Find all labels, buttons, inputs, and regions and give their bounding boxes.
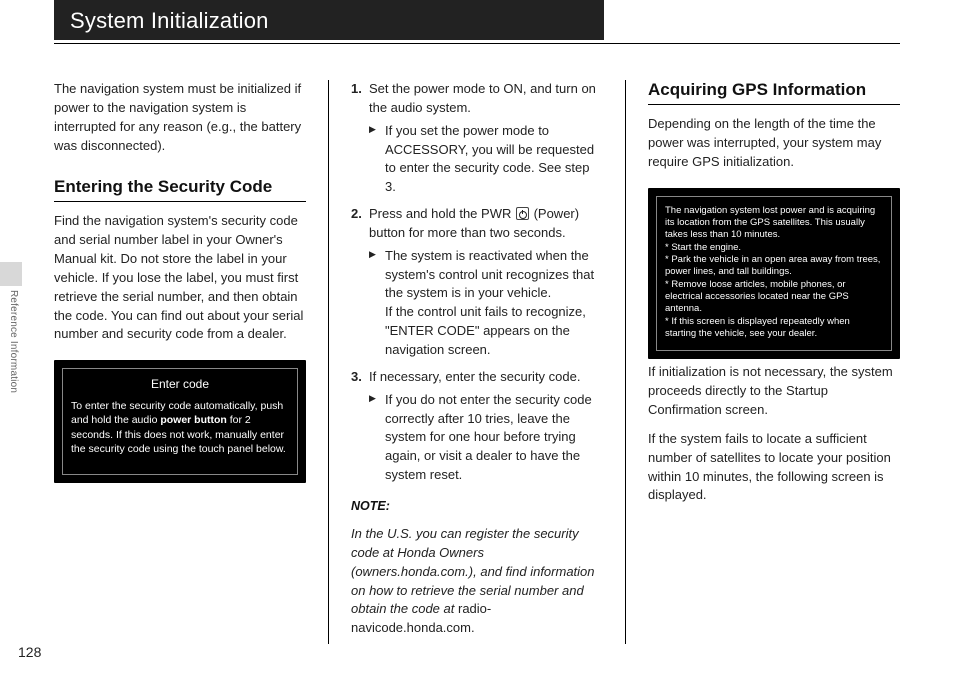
- page-number: 128: [18, 644, 41, 660]
- gps-init-screen-text: The navigation system lost power and is …: [665, 205, 883, 341]
- gps-screen-line-1: The navigation system lost power and is …: [665, 205, 883, 242]
- screen-text-bold: power button: [160, 414, 227, 426]
- intro-paragraph: The navigation system must be initialize…: [54, 80, 306, 155]
- step-2-sub: The system is reactivated when the syste…: [369, 247, 603, 360]
- security-code-paragraph: Find the navigation system's security co…: [54, 212, 306, 344]
- gps-screen-line-5: * If this screen is displayed repeatedly…: [665, 316, 883, 341]
- note-body: In the U.S. you can register the securit…: [351, 525, 603, 638]
- gps-screen-line-4: * Remove loose articles, mobile phones, …: [665, 279, 883, 316]
- step-1-sub: If you set the power mode to ACCESSORY, …: [369, 122, 603, 197]
- step-2-sub-2: If the control unit fails to recognize, …: [385, 304, 586, 357]
- heading-security-code: Entering the Security Code: [54, 177, 306, 202]
- step-number: 1.: [351, 80, 362, 99]
- column-divider-2: [625, 80, 626, 644]
- page: System Initialization Reference Informat…: [0, 0, 954, 674]
- title-bar: System Initialization: [54, 0, 900, 44]
- enter-code-screen: Enter code To enter the security code au…: [54, 360, 306, 483]
- step-2: 2. Press and hold the PWR (Power) button…: [351, 205, 603, 360]
- note-head: NOTE:: [351, 497, 603, 515]
- section-vertical-label: Reference Information: [8, 290, 19, 450]
- column-3: Acquiring GPS Information Depending on t…: [648, 80, 900, 644]
- step-1: 1. Set the power mode to ON, and turn on…: [351, 80, 603, 197]
- step-number: 3.: [351, 368, 362, 387]
- step-number: 2.: [351, 205, 362, 224]
- gps-paragraph-3: If the system fails to locate a sufficie…: [648, 430, 900, 505]
- steps-list: 1. Set the power mode to ON, and turn on…: [351, 80, 603, 493]
- page-title: System Initialization: [54, 0, 604, 40]
- gps-init-screen: The navigation system lost power and is …: [648, 188, 900, 360]
- column-2: 1. Set the power mode to ON, and turn on…: [351, 80, 603, 644]
- side-tab: [0, 262, 22, 286]
- enter-code-screen-inner: Enter code To enter the security code au…: [62, 368, 298, 475]
- column-1: The navigation system must be initialize…: [54, 80, 306, 644]
- power-icon: [516, 207, 529, 220]
- enter-code-screen-text: To enter the security code automatically…: [71, 399, 289, 456]
- gps-init-screen-inner: The navigation system lost power and is …: [656, 196, 892, 352]
- step-2-sub-1: The system is reactivated when the syste…: [385, 248, 594, 301]
- step-3: 3. If necessary, enter the security code…: [351, 368, 603, 485]
- enter-code-screen-title: Enter code: [71, 377, 289, 391]
- step-2-text-a: Press and hold the PWR: [369, 206, 515, 221]
- gps-screen-line-2: * Start the engine.: [665, 242, 883, 254]
- column-divider-1: [328, 80, 329, 644]
- content: The navigation system must be initialize…: [54, 80, 900, 644]
- gps-screen-line-3: * Park the vehicle in an open area away …: [665, 254, 883, 279]
- heading-gps: Acquiring GPS Information: [648, 80, 900, 105]
- step-1-text: Set the power mode to ON, and turn on th…: [369, 81, 596, 115]
- step-3-sub: If you do not enter the security code co…: [369, 391, 603, 485]
- step-3-text: If necessary, enter the security code.: [369, 369, 580, 384]
- gps-paragraph-2: If initialization is not necessary, the …: [648, 363, 900, 420]
- gps-paragraph-1: Depending on the length of the time the …: [648, 115, 900, 172]
